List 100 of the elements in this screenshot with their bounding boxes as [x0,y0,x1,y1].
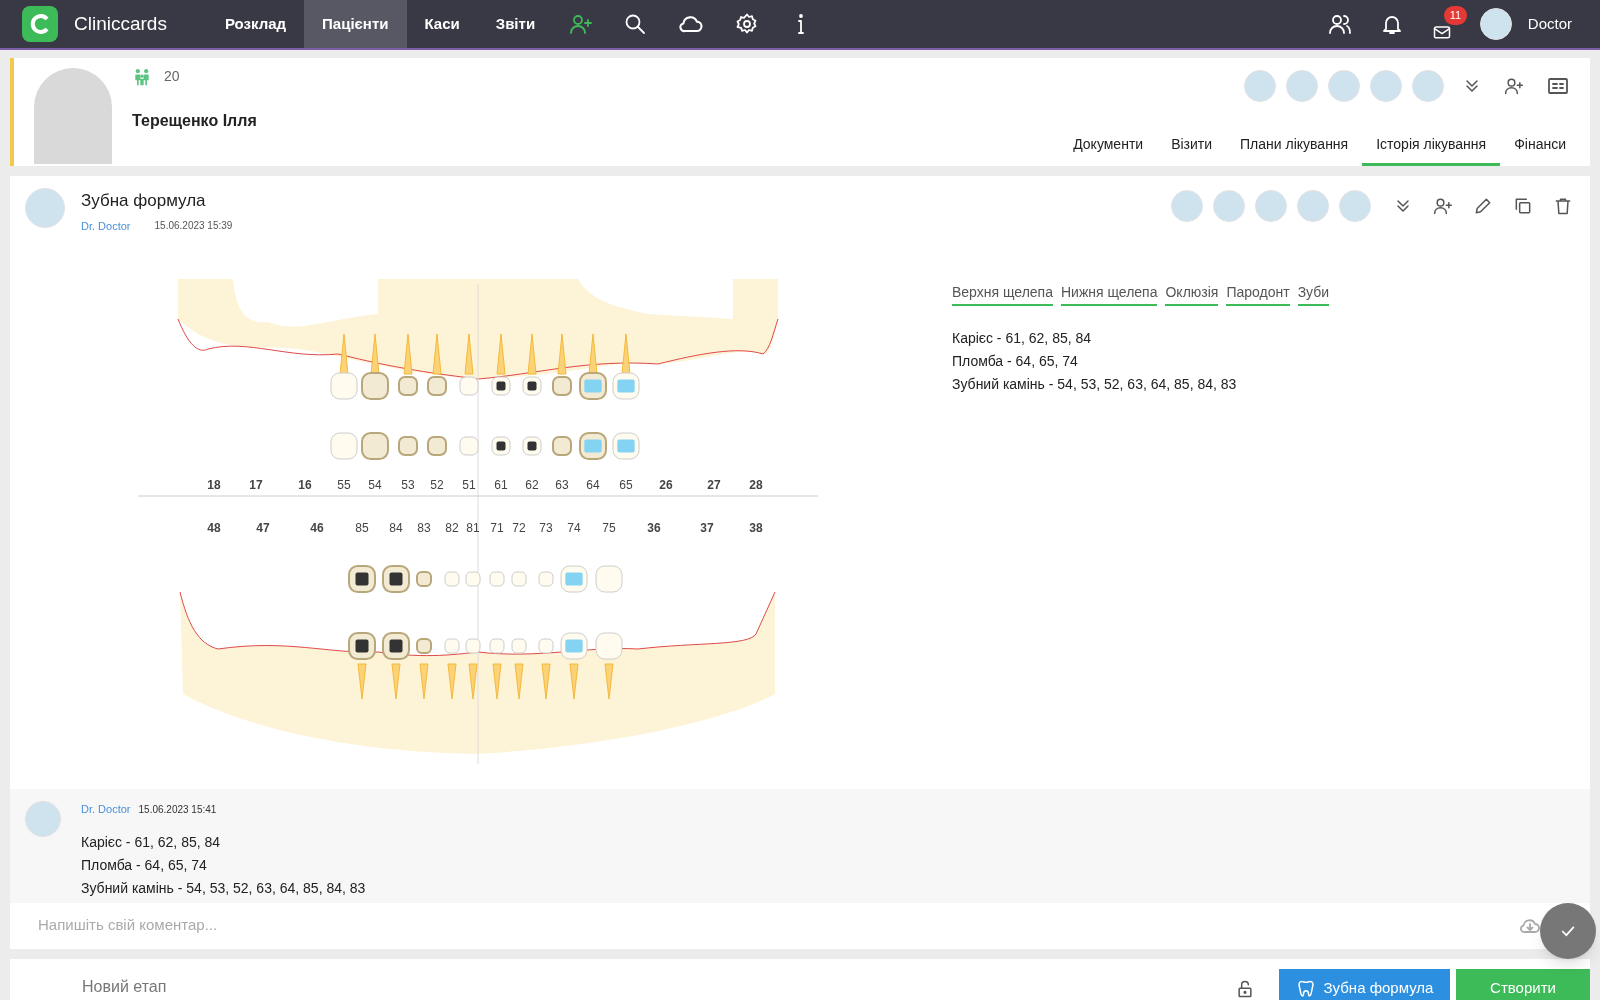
users-icon[interactable] [1327,12,1352,36]
tooth-root [370,333,380,375]
tooth-number[interactable]: 55 [337,478,351,492]
comment-date: 15.06.2023 15:41 [138,802,217,817]
tooth-root [541,663,551,700]
tooth-number[interactable]: 75 [602,521,616,535]
doctor-avatar [1370,70,1402,102]
tooth-number[interactable]: 62 [525,478,539,492]
tooth-root [557,333,567,375]
comment-line: Пломба - 64, 65, 74 [81,855,208,875]
tooth-number[interactable]: 16 [298,478,312,492]
tooth-number[interactable]: 27 [707,478,721,492]
patient-tab[interactable]: Плани лікування [1226,126,1363,166]
author-link[interactable]: Dr. Doctor [81,217,131,234]
tooth-number[interactable]: 26 [659,478,673,492]
tooth-root [432,333,442,375]
patient-name: Терещенко Ілля [132,111,257,131]
patient-tab[interactable]: Документи [1059,126,1158,166]
tooth-number[interactable]: 61 [494,478,508,492]
family-count: 20 [164,67,180,86]
nav-tab[interactable]: Звіти [477,0,554,48]
tooth-number[interactable]: 17 [249,478,263,492]
tooth-number[interactable]: 85 [355,521,369,535]
doctor-avatar [1297,190,1329,222]
add-user-icon[interactable] [1504,76,1524,96]
tooth-number[interactable]: 51 [462,478,476,492]
doctor-avatar [1244,70,1276,102]
doctor-avatar [1286,70,1318,102]
patient-tab[interactable]: Візити [1157,126,1227,166]
doctor-avatar [1412,70,1444,102]
logo-icon[interactable] [22,6,58,42]
comment-line: Зубний камінь - 54, 53, 52, 63, 64, 85, 84, 83 [81,878,366,898]
add-user-icon[interactable] [569,12,594,36]
patient-tab[interactable]: Історія лікування [1362,126,1501,166]
tooth-number[interactable]: 84 [389,521,403,535]
tooth-number[interactable]: 81 [466,521,480,535]
tooth-crown[interactable] [382,565,410,593]
tooth-number[interactable]: 46 [310,521,324,535]
tooth-crown[interactable] [348,632,376,660]
trash-icon[interactable] [1553,196,1573,216]
family-icon [132,66,152,87]
tooth-crown[interactable] [382,632,410,660]
view-link[interactable]: Верхня щелепа [952,282,1053,306]
doctor-avatar [1213,190,1245,222]
tooth-crown[interactable] [348,565,376,593]
tooth-number[interactable]: 52 [430,478,444,492]
summary-line: Пломба - 64, 65, 74 [952,352,1079,371]
tooth-number[interactable]: 73 [539,521,553,535]
tooth-number[interactable]: 63 [555,478,569,492]
view-link[interactable]: Оклюзія [1165,282,1219,306]
tooth-root [514,663,524,700]
lock-icon[interactable] [1235,978,1255,999]
add-user-icon[interactable] [1433,196,1453,216]
tooth-number[interactable]: 74 [567,521,581,535]
summary-line: Карієс - 61, 62, 85, 84 [952,329,1093,348]
tooth-root [391,663,401,700]
view-link[interactable]: Нижня щелепа [1060,282,1158,306]
tooth-root [403,333,413,375]
patient-tab[interactable]: Фінанси [1500,126,1580,166]
confirm-fab[interactable] [1540,902,1596,959]
tooth-root [464,333,474,375]
tooth-number[interactable]: 64 [586,478,600,492]
doctor-avatar [25,801,61,837]
doctor-avatar [1328,70,1360,102]
tooth-root [527,333,537,375]
tooth-root [339,333,349,375]
tooth-number[interactable]: 36 [647,521,661,535]
tooth-number[interactable]: 38 [749,521,763,535]
tooth-number[interactable]: 65 [619,478,633,492]
doctor-avatar [1171,190,1203,222]
tooth-number[interactable]: 83 [417,521,431,535]
user-avatar [1479,8,1512,40]
tooth-number[interactable]: 54 [368,478,382,492]
view-link[interactable]: Пародонт [1226,282,1290,306]
record-title: Зубна формула [81,190,207,212]
search-icon[interactable] [623,12,648,36]
copy-icon[interactable] [1513,196,1533,216]
comment-input[interactable]: Напишіть свій коментар... [38,914,1518,937]
tooth-crown[interactable] [522,436,542,456]
tooth-number[interactable]: 18 [207,478,221,492]
tooth-crown[interactable] [491,436,511,456]
nav-tab[interactable]: Пацієнти [304,0,407,48]
tooth-number[interactable]: 72 [512,521,526,535]
tooth-number[interactable]: 71 [490,521,504,535]
tooth-number[interactable]: 48 [207,521,221,535]
summary-line: Зубний камінь - 54, 53, 52, 63, 64, 85, 84, 83 [952,375,1238,394]
tooth-number[interactable]: 53 [401,478,415,492]
stage-input[interactable]: Новий етап [82,974,582,999]
nav-tab[interactable]: Розклад [206,0,305,48]
tooth-number[interactable]: 47 [256,521,270,535]
view-link[interactable]: Зуби [1297,282,1330,306]
tooth-number[interactable]: 28 [749,478,763,492]
user-name[interactable]: Doctor [1527,12,1572,36]
tooth-crown[interactable] [522,376,542,396]
nav-tab[interactable]: Каси [406,0,478,48]
pencil-icon[interactable] [1473,196,1493,216]
tooth-number[interactable]: 37 [700,521,714,535]
tooth-root [569,663,579,700]
tooth-number[interactable]: 82 [445,521,459,535]
tooth-crown[interactable] [491,376,511,396]
